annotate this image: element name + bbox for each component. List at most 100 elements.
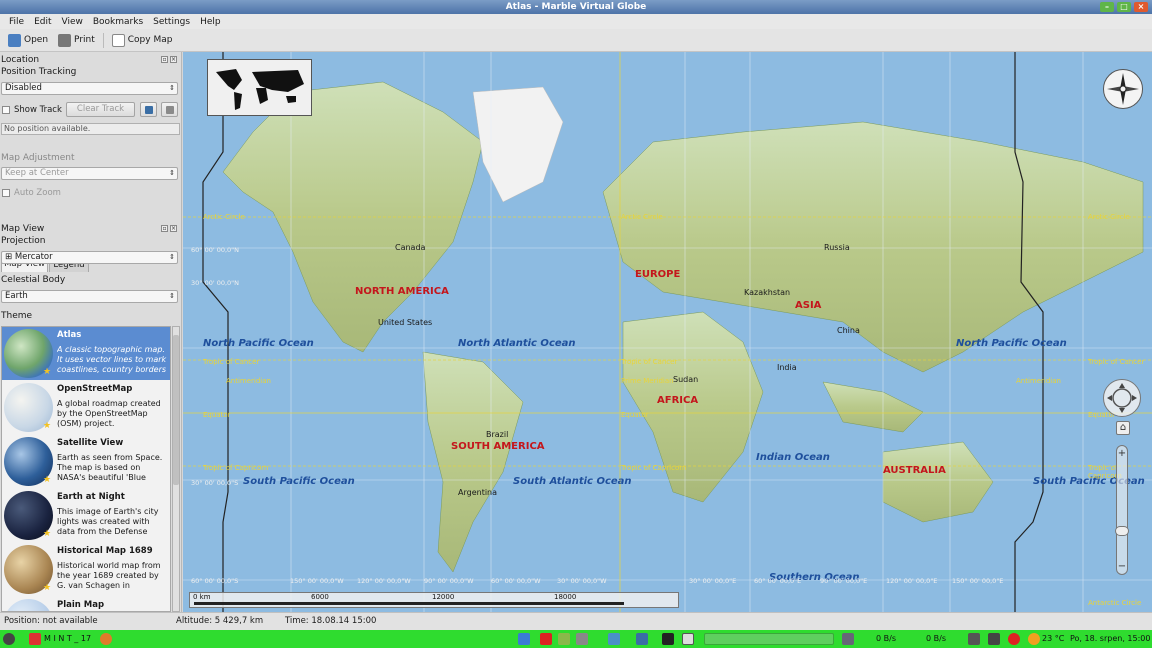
- scale-label: 6000: [311, 593, 329, 601]
- zoom-out-button[interactable]: −: [1116, 561, 1128, 573]
- theme-desc: A global roadmap created by the OpenStre…: [57, 399, 161, 428]
- country-label: Brazil: [486, 430, 509, 439]
- menu-bookmarks[interactable]: Bookmarks: [88, 17, 148, 27]
- menu-edit[interactable]: Edit: [29, 17, 56, 27]
- longitude-label: 30° 00' 00,0"E: [689, 577, 737, 585]
- minimize-button[interactable]: –: [1100, 2, 1114, 12]
- continent-label: SOUTH AMERICA: [451, 441, 545, 452]
- geo-line-label: Antimeridian: [226, 377, 271, 385]
- close-dock-icon[interactable]: ×: [170, 56, 177, 63]
- world-map-graphic: [183, 52, 1152, 612]
- keep-at-value: Keep at Center: [5, 168, 69, 178]
- app-launcher-icon[interactable]: [29, 633, 41, 645]
- theme-item-plain-map[interactable]: Plain Map: [2, 597, 170, 611]
- print-button[interactable]: Print: [53, 30, 100, 50]
- spin-arrows-icon: ⇕: [169, 292, 175, 300]
- theme-title: Earth at Night: [57, 492, 125, 502]
- float-icon[interactable]: ▫: [161, 56, 168, 63]
- save-track-button[interactable]: [161, 102, 178, 117]
- theme-item-earth-at-night[interactable]: ★ Earth at Night This image of Earth's c…: [2, 489, 170, 542]
- active-window-button[interactable]: [704, 633, 834, 645]
- calculator-icon[interactable]: [576, 633, 588, 645]
- window-icon[interactable]: [682, 633, 694, 645]
- firefox-icon[interactable]: [100, 633, 112, 645]
- show-track-label: Show Track: [14, 105, 62, 115]
- geo-line-label: Antimeridian: [1016, 377, 1061, 385]
- longitude-label: 150° 00' 00,0"E: [952, 577, 1004, 585]
- float-icon[interactable]: ▫: [161, 225, 168, 232]
- auto-zoom-checkbox[interactable]: Auto Zoom: [2, 188, 61, 198]
- geo-line-label: Tropic of Capricorn: [621, 464, 687, 472]
- position-tracking-select[interactable]: Disabled ⇕: [1, 82, 178, 95]
- close-dock-icon[interactable]: ×: [170, 225, 177, 232]
- scale-bar: 0 km 6000 12000 18000: [189, 592, 679, 608]
- monitor-icon[interactable]: [636, 633, 648, 645]
- theme-item-historical-map[interactable]: ★ Historical Map 1689 Historical world m…: [2, 543, 170, 596]
- theme-item-satellite[interactable]: ★ Satellite View Earth as seen from Spac…: [2, 435, 170, 488]
- zoom-slider-thumb[interactable]: [1115, 526, 1129, 536]
- print-label: Print: [74, 35, 95, 45]
- copy-map-button[interactable]: Copy Map: [107, 30, 178, 50]
- zoom-slider[interactable]: + −: [1115, 445, 1129, 575]
- show-track-checkbox[interactable]: Show Track: [2, 105, 62, 115]
- geo-line-label: Equator: [621, 411, 649, 419]
- theme-item-openstreetmap[interactable]: ★ OpenStreetMap A global roadmap created…: [2, 381, 170, 434]
- close-button[interactable]: ×: [1134, 2, 1148, 12]
- checkbox-box[interactable]: [2, 106, 10, 114]
- title-bar: Atlas - Marble Virtual Globe – □ ×: [0, 0, 1152, 14]
- save-icon: [166, 106, 174, 114]
- menu-help[interactable]: Help: [195, 17, 226, 27]
- geo-line-label: Tropic of Cancer: [203, 358, 260, 366]
- ocean-label: North Atlantic Ocean: [458, 338, 576, 349]
- ocean-label: South Pacific Ocean: [243, 476, 355, 487]
- keyboard-icon[interactable]: [968, 633, 980, 645]
- open-track-button[interactable]: [140, 102, 157, 117]
- weather-icon: [1028, 633, 1040, 645]
- longitude-label: 90° 00' 00,0"E: [820, 577, 868, 585]
- side-panel: Location ▫ × Position Tracking Disabled …: [0, 52, 182, 612]
- keep-at-select[interactable]: Keep at Center ⇕: [1, 167, 178, 180]
- map-canvas[interactable]: North Pacific Ocean North Atlantic Ocean…: [183, 52, 1152, 612]
- text-editor-icon[interactable]: [558, 633, 570, 645]
- geo-line-label: Tropic of Cancer: [1088, 358, 1145, 366]
- home-icon[interactable]: ⌂: [1116, 421, 1130, 435]
- spin-arrows-icon: ⇕: [169, 84, 175, 92]
- copy-map-label: Copy Map: [127, 35, 173, 45]
- location-dock-buttons: ▫ ×: [161, 56, 177, 63]
- overview-map[interactable]: [207, 59, 312, 116]
- power-icon[interactable]: [1008, 633, 1020, 645]
- volume-icon[interactable]: [988, 633, 1000, 645]
- clear-track-label: Clear Track: [76, 104, 125, 114]
- network-icon[interactable]: [518, 633, 530, 645]
- position-status-text: No position available.: [4, 124, 91, 133]
- auto-zoom-label: Auto Zoom: [14, 188, 61, 198]
- open-button[interactable]: Open: [3, 30, 53, 50]
- pan-control[interactable]: [1103, 379, 1141, 417]
- menu-icon[interactable]: [3, 633, 15, 645]
- opera-icon[interactable]: [540, 633, 552, 645]
- menu-file[interactable]: File: [4, 17, 29, 27]
- terminal-icon[interactable]: [662, 633, 674, 645]
- menu-view[interactable]: View: [57, 17, 88, 27]
- celestial-body-select[interactable]: Earth ⇕: [1, 290, 178, 303]
- projection-select[interactable]: ⊞ Mercator ⇕: [1, 251, 178, 264]
- latitude-label: 60° 00' 00,0"N: [191, 246, 240, 254]
- zoom-in-button[interactable]: +: [1116, 448, 1128, 460]
- country-label: Kazakhstan: [744, 288, 791, 297]
- longitude-label: 30° 00' 00,0"W: [557, 577, 607, 585]
- theme-item-atlas[interactable]: ★ Atlas A classic topographic map. It us…: [2, 327, 170, 380]
- time-label: Time: 18.08.14 15:00: [285, 616, 377, 626]
- scrollbar-thumb[interactable]: [173, 335, 179, 485]
- theme-scrollbar[interactable]: [172, 326, 180, 612]
- image-viewer-icon[interactable]: [608, 633, 620, 645]
- window-controls: – □ ×: [1100, 2, 1148, 12]
- window-title: Atlas - Marble Virtual Globe: [505, 2, 647, 12]
- position-tracking-value: Disabled: [5, 83, 42, 93]
- checkbox-box[interactable]: [2, 189, 10, 197]
- scale-label: 12000: [432, 593, 455, 601]
- datetime-label[interactable]: Po, 18. srpen, 15:00: [1070, 633, 1150, 645]
- maximize-button[interactable]: □: [1117, 2, 1131, 12]
- clear-track-button[interactable]: Clear Track: [66, 102, 135, 117]
- projection-label: Projection: [1, 236, 46, 246]
- menu-settings[interactable]: Settings: [148, 17, 195, 27]
